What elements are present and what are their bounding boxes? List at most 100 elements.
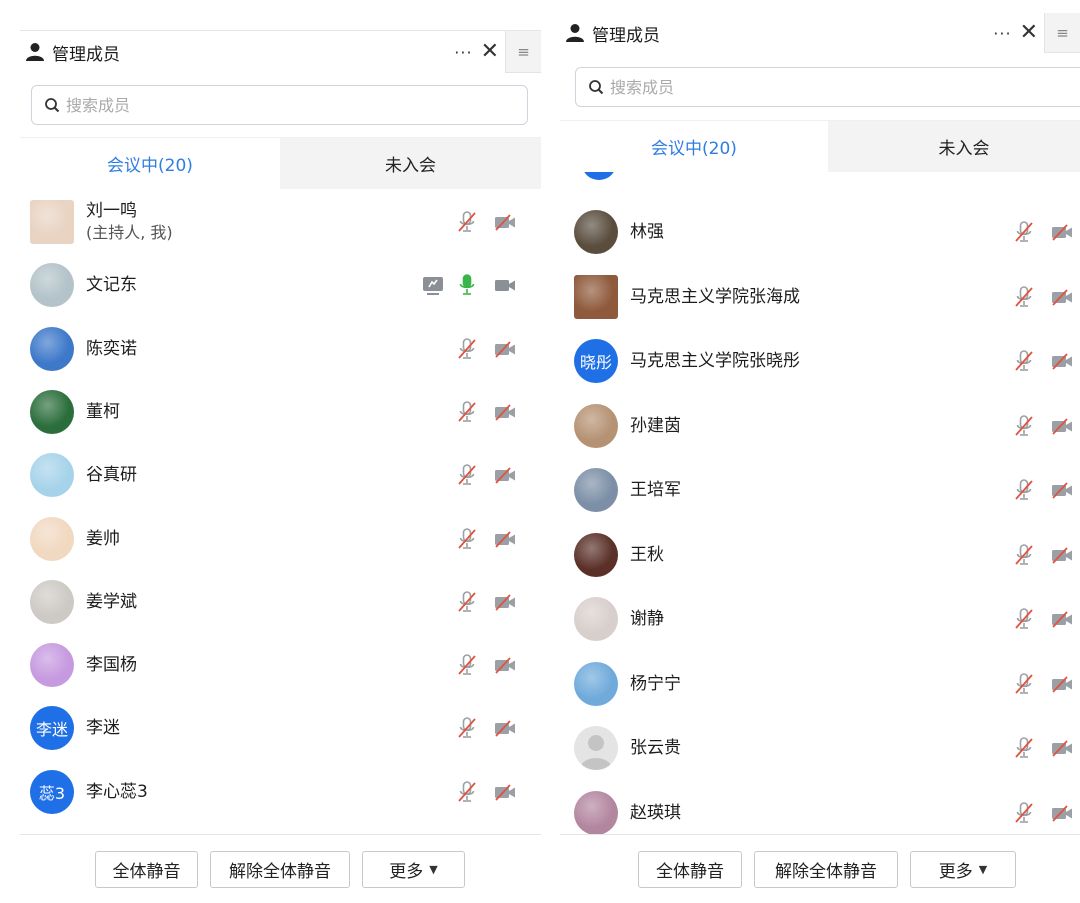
tab-in-meeting[interactable]: 会议中(20) xyxy=(20,138,280,189)
microphone-muted-icon[interactable] xyxy=(455,527,479,551)
tab-not-joined[interactable]: 未入会 xyxy=(828,121,1080,172)
camera-off-icon[interactable] xyxy=(1050,607,1074,631)
screen-share-icon[interactable] xyxy=(421,273,445,297)
tab-not-joined[interactable]: 未入会 xyxy=(280,138,541,189)
microphone-muted-icon[interactable] xyxy=(1012,607,1036,631)
member-row[interactable]: 李迷 李迷 xyxy=(20,697,541,759)
camera-off-icon[interactable] xyxy=(493,210,517,234)
more-button[interactable]: 更多 ▼ xyxy=(362,851,465,888)
camera-off-icon[interactable] xyxy=(1050,285,1074,309)
member-row[interactable]: 李国杨 xyxy=(20,634,541,696)
microphone-muted-icon[interactable] xyxy=(455,463,479,487)
member-avatar xyxy=(30,579,74,624)
member-row[interactable]: 蕊3 李心蕊3 xyxy=(20,761,541,823)
mute-all-button[interactable]: 全体静音 xyxy=(638,851,742,888)
microphone-muted-icon[interactable] xyxy=(1012,349,1036,373)
close-icon[interactable]: ✕ xyxy=(1020,22,1038,44)
member-row[interactable]: 姜学斌 xyxy=(20,571,541,633)
member-avatar xyxy=(574,532,618,577)
camera-off-icon[interactable] xyxy=(1050,478,1074,502)
unmute-all-button[interactable]: 解除全体静音 xyxy=(754,851,898,888)
camera-off-icon[interactable] xyxy=(493,337,517,361)
member-name-block: 姜学斌 xyxy=(86,591,137,613)
camera-off-icon[interactable] xyxy=(493,716,517,740)
member-row[interactable]: 董柯 xyxy=(20,381,541,443)
search-box[interactable] xyxy=(575,67,1080,107)
member-row[interactable]: 刘一鸣 (主持人, 我) xyxy=(20,191,541,253)
member-row[interactable]: 文记东 xyxy=(20,254,541,316)
member-row[interactable]: 王培军 xyxy=(560,459,1080,521)
microphone-muted-icon[interactable] xyxy=(455,400,479,424)
member-status-icons xyxy=(445,571,517,633)
member-row[interactable]: 陈奕诺 xyxy=(20,318,541,380)
search-input[interactable] xyxy=(610,77,990,97)
unmute-all-button[interactable]: 解除全体静音 xyxy=(210,851,350,888)
search-box[interactable] xyxy=(31,85,528,125)
microphone-muted-icon[interactable] xyxy=(455,780,479,804)
camera-off-icon[interactable] xyxy=(1050,801,1074,825)
microphone-muted-icon[interactable] xyxy=(1012,672,1036,696)
camera-off-icon[interactable] xyxy=(493,590,517,614)
camera-off-icon[interactable] xyxy=(1050,414,1074,438)
microphone-muted-icon[interactable] xyxy=(1012,414,1036,438)
member-row[interactable]: 赵瑛琪 xyxy=(560,782,1080,834)
close-icon[interactable]: ✕ xyxy=(481,41,499,63)
more-options-icon[interactable]: ··· xyxy=(454,43,472,62)
member-row[interactable]: 姜帅 xyxy=(20,508,541,570)
camera-off-icon[interactable] xyxy=(1050,220,1074,244)
side-menu-toggle[interactable]: ≡ xyxy=(1044,13,1080,53)
camera-off-icon[interactable] xyxy=(1050,672,1074,696)
panel-header: 管理成员 xyxy=(20,31,120,73)
microphone-muted-icon[interactable] xyxy=(455,653,479,677)
search-input[interactable] xyxy=(66,95,446,115)
member-row[interactable]: 谷真研 xyxy=(20,444,541,506)
microphone-muted-icon[interactable] xyxy=(455,337,479,361)
microphone-muted-icon[interactable] xyxy=(1012,736,1036,760)
footer-actions: 全体静音 解除全体静音 更多 ▼ xyxy=(20,834,541,903)
camera-off-icon[interactable] xyxy=(1050,349,1074,373)
member-avatar: 李迷 xyxy=(30,706,74,751)
member-row[interactable]: 张云贵 xyxy=(560,717,1080,779)
member-row[interactable]: 谢静 xyxy=(560,588,1080,650)
more-options-icon[interactable]: ··· xyxy=(993,24,1011,43)
microphone-muted-icon[interactable] xyxy=(1012,220,1036,244)
member-name: 姜帅 xyxy=(86,528,120,549)
camera-icon[interactable] xyxy=(493,273,517,297)
caret-down-icon: ▼ xyxy=(429,863,438,876)
member-tabs: 会议中(20) 未入会 xyxy=(560,120,1080,172)
member-row[interactable]: 马克思主义学院张海成 xyxy=(560,266,1080,328)
camera-off-icon[interactable] xyxy=(1050,736,1074,760)
member-row[interactable]: 林强 xyxy=(560,201,1080,263)
header-actions: ··· ✕ xyxy=(993,13,1038,53)
camera-off-icon[interactable] xyxy=(493,780,517,804)
microphone-muted-icon[interactable] xyxy=(1012,801,1036,825)
tab-in-meeting[interactable]: 会议中(20) xyxy=(560,121,828,172)
microphone-muted-icon[interactable] xyxy=(1012,478,1036,502)
member-status-icons xyxy=(1002,459,1074,521)
microphone-muted-icon[interactable] xyxy=(1012,543,1036,567)
member-row[interactable]: 晓彤 马克思主义学院张晓彤 xyxy=(560,330,1080,392)
microphone-icon[interactable] xyxy=(455,273,479,297)
member-status-icons xyxy=(445,508,517,570)
camera-off-icon[interactable] xyxy=(493,400,517,424)
more-button[interactable]: 更多 ▼ xyxy=(910,851,1016,888)
microphone-muted-icon[interactable] xyxy=(455,716,479,740)
camera-off-icon[interactable] xyxy=(493,463,517,487)
member-name-block: 李国杨 xyxy=(86,654,137,676)
microphone-muted-icon[interactable] xyxy=(455,210,479,234)
member-row[interactable]: 杨宁宁 xyxy=(560,653,1080,715)
side-menu-toggle[interactable]: ≡ xyxy=(505,31,541,73)
member-name: 杨宁宁 xyxy=(630,673,681,694)
camera-off-icon[interactable] xyxy=(1050,543,1074,567)
camera-off-icon[interactable] xyxy=(493,527,517,551)
microphone-muted-icon[interactable] xyxy=(455,590,479,614)
member-avatar: 蕊3 xyxy=(30,769,74,814)
microphone-muted-icon[interactable] xyxy=(1012,285,1036,309)
camera-off-icon[interactable] xyxy=(493,653,517,677)
person-icon xyxy=(566,24,584,42)
member-row[interactable]: 孙建茵 xyxy=(560,395,1080,457)
member-name-block: 马克思主义学院张海成 xyxy=(630,286,800,308)
member-row[interactable]: 王秋 xyxy=(560,524,1080,586)
search-icon xyxy=(589,80,604,95)
mute-all-button[interactable]: 全体静音 xyxy=(95,851,198,888)
